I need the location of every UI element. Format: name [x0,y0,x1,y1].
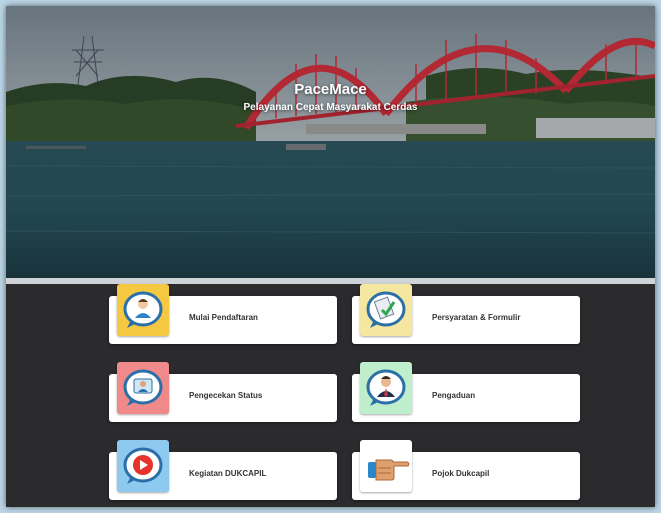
hero-divider [6,278,655,284]
menu-card-pojok-dukcapil[interactable]: Pojok Dukcapil [352,440,580,500]
app-title: PaceMace [294,81,367,98]
menu-card-pengecekan-status[interactable]: Pengecekan Status [109,362,337,422]
menu-card-label: Pojok Dukcapil [432,469,490,478]
menu-card-persyaratan-formulir[interactable]: Persyaratan & Formulir [352,284,580,344]
play-video-icon [117,440,169,492]
pointing-hand-icon [360,440,412,492]
menu-card-label: Pengecekan Status [189,391,263,400]
menu-card-label: Kegiatan DUKCAPIL [189,469,267,478]
bridge-photo [6,6,655,278]
menu-card-label: Pengaduan [432,391,476,400]
officer-chat-icon [360,362,412,414]
menu-card-pengaduan[interactable]: Pengaduan [352,362,580,422]
menu-card-mulai-pendaftaran[interactable]: Mulai Pendaftaran [109,284,337,344]
menu-card-kegiatan-dukcapil[interactable]: Kegiatan DUKCAPIL [109,440,337,500]
app-window: PaceMace Pelayanan Cepat Masyarakat Cerd… [6,6,655,507]
status-chat-icon [117,362,169,414]
menu-card-label: Persyaratan & Formulir [432,313,521,322]
menu-card-label: Mulai Pendaftaran [189,313,258,322]
app-subtitle: Pelayanan Cepat Masyarakat Cerdas [243,102,418,113]
user-chat-icon [117,284,169,336]
document-check-icon [360,284,412,336]
hero-banner: PaceMace Pelayanan Cepat Masyarakat Cerd… [6,6,655,278]
